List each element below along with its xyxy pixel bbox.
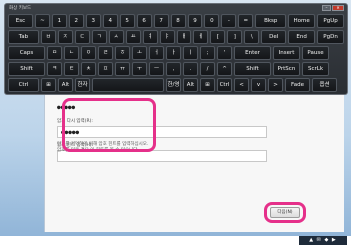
keyboard-row-2: Tab ㅂ ㅈ ㄷ ㄱ ㅅ ㅛ ㅕ ㅑ ㅐ ㅔ [ ] \ Del End Pg…	[8, 30, 345, 44]
key-comma[interactable]: ,	[166, 62, 181, 76]
key-insert[interactable]: Insert	[273, 46, 300, 60]
key-semicolon[interactable]: ;	[200, 46, 215, 60]
taskbar: ▲ ✉ ◆ ▶	[0, 236, 351, 245]
keyboard-title: 화상 키보드	[9, 6, 32, 11]
key-space[interactable]	[92, 78, 164, 92]
key-7[interactable]: 7	[153, 14, 169, 28]
window-controls: – ✕	[322, 5, 344, 11]
key-z[interactable]: ㅋ	[47, 62, 62, 76]
key-b[interactable]: ㅠ	[115, 62, 130, 76]
key-h[interactable]: ㅗ	[132, 46, 147, 60]
key-alt-right[interactable]: Alt	[183, 78, 198, 92]
key-l[interactable]: ㅣ	[183, 46, 198, 60]
key-pgup[interactable]: PgUp	[317, 14, 345, 28]
key-caps[interactable]: Caps	[8, 46, 45, 60]
key-enter[interactable]: Enter	[234, 46, 271, 60]
key-up[interactable]: ^	[217, 62, 232, 76]
system-tray[interactable]: ▲ ✉ ◆ ▶	[299, 236, 347, 245]
key-t[interactable]: ㅅ	[108, 30, 124, 44]
key-j[interactable]: ㅓ	[149, 46, 164, 60]
key-pause[interactable]: Pause	[302, 46, 329, 60]
windows-key-icon[interactable]: ⊞	[41, 78, 56, 92]
next-button-highlight	[264, 202, 306, 223]
keyboard-row-5: Ctrl ⊞ Alt 한자 한/영 Alt ⊞ Ctrl < v > Fade …	[8, 78, 344, 92]
key-tilde[interactable]: ~	[34, 14, 50, 28]
key-bracket-left[interactable]: [	[210, 30, 226, 44]
key-w[interactable]: ㅈ	[57, 30, 73, 44]
key-y[interactable]: ㅛ	[125, 30, 141, 44]
key-bracket-right[interactable]: ]	[227, 30, 243, 44]
key-8[interactable]: 8	[170, 14, 186, 28]
key-backspace[interactable]: Bksp	[255, 14, 287, 28]
key-c[interactable]: ㅊ	[81, 62, 96, 76]
key-1[interactable]: 1	[51, 14, 67, 28]
keyboard-row-4: Shift ㅋ ㅌ ㅊ ㅍ ㅠ ㅜ ㅡ , . / ^ Shift PrtScn…	[8, 62, 344, 76]
key-o[interactable]: ㅐ	[176, 30, 192, 44]
key-f[interactable]: ㄹ	[98, 46, 113, 60]
keyboard-row-3: Caps ㅁ ㄴ ㅇ ㄹ ㅎ ㅗ ㅓ ㅏ ㅣ ; ' Enter Insert …	[8, 46, 344, 60]
key-e[interactable]: ㄷ	[74, 30, 90, 44]
key-home[interactable]: Home	[288, 14, 316, 28]
key-a[interactable]: ㅁ	[47, 46, 62, 60]
key-equals[interactable]: =	[238, 14, 254, 28]
key-d[interactable]: ㅇ	[81, 46, 96, 60]
key-4[interactable]: 4	[102, 14, 118, 28]
key-backslash[interactable]: \	[244, 30, 260, 44]
key-fade[interactable]: Fade	[285, 78, 310, 92]
key-i[interactable]: ㅑ	[159, 30, 175, 44]
key-prtscn[interactable]: PrtScn	[273, 62, 300, 76]
key-quote[interactable]: '	[217, 46, 232, 60]
key-minus[interactable]: -	[221, 14, 237, 28]
key-down-arrow[interactable]: v	[251, 78, 266, 92]
key-p[interactable]: ㅔ	[193, 30, 209, 44]
key-2[interactable]: 2	[68, 14, 84, 28]
key-0[interactable]: 0	[204, 14, 220, 28]
key-pgdn[interactable]: PgDn	[317, 30, 345, 44]
key-9[interactable]: 9	[187, 14, 203, 28]
minimize-button[interactable]: –	[322, 5, 331, 11]
key-s[interactable]: ㄴ	[64, 46, 79, 60]
keyboard-row-1: Esc ~ 1 2 3 4 5 6 7 8 9 0 - = Bksp Home …	[8, 14, 345, 28]
key-g[interactable]: ㅎ	[115, 46, 130, 60]
key-3[interactable]: 3	[85, 14, 101, 28]
key-shift-right[interactable]: Shift	[234, 62, 271, 76]
key-r[interactable]: ㄱ	[91, 30, 107, 44]
key-u[interactable]: ㅕ	[142, 30, 158, 44]
key-5[interactable]: 5	[119, 14, 135, 28]
key-k[interactable]: ㅏ	[166, 46, 181, 60]
key-esc[interactable]: Esc	[8, 14, 33, 28]
on-screen-keyboard: 화상 키보드 – ✕ Esc ~ 1 2 3 4 5 6 7 8 9 0 - =…	[4, 3, 348, 95]
key-v[interactable]: ㅍ	[98, 62, 113, 76]
key-ctrl-left[interactable]: Ctrl	[8, 78, 39, 92]
key-del[interactable]: Del	[261, 30, 287, 44]
key-q[interactable]: ㅂ	[40, 30, 56, 44]
key-han-eng[interactable]: 한/영	[166, 78, 181, 92]
key-alt-left[interactable]: Alt	[58, 78, 73, 92]
close-button[interactable]: ✕	[332, 5, 344, 11]
password-fields-highlight	[62, 98, 156, 152]
key-x[interactable]: ㅌ	[64, 62, 79, 76]
key-6[interactable]: 6	[136, 14, 152, 28]
key-end[interactable]: End	[288, 30, 316, 44]
windows-key-right-icon[interactable]: ⊞	[200, 78, 215, 92]
key-m[interactable]: ㅡ	[149, 62, 164, 76]
key-shift-left[interactable]: Shift	[8, 62, 45, 76]
key-n[interactable]: ㅜ	[132, 62, 147, 76]
key-slash[interactable]: /	[200, 62, 215, 76]
key-tab[interactable]: Tab	[8, 30, 39, 44]
keyboard-rows: Esc ~ 1 2 3 4 5 6 7 8 9 0 - = Bksp Home …	[8, 14, 345, 94]
key-left-arrow[interactable]: <	[234, 78, 249, 92]
key-scrlk[interactable]: ScrLk	[302, 62, 329, 76]
key-ctrl-right[interactable]: Ctrl	[217, 78, 232, 92]
key-hanja[interactable]: 한자	[75, 78, 90, 92]
key-period[interactable]: .	[183, 62, 198, 76]
key-options[interactable]: 옵션	[312, 78, 337, 92]
key-right-arrow[interactable]: >	[268, 78, 283, 92]
